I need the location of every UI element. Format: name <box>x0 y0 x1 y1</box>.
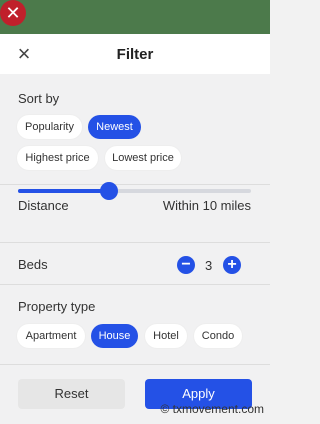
sort-option-newest[interactable]: Newest <box>88 115 141 139</box>
slider-thumb[interactable] <box>99 182 118 200</box>
property-option-hotel[interactable]: Hotel <box>145 324 187 348</box>
beds-decrement-button[interactable]: − <box>177 256 195 274</box>
distance-label: Distance <box>18 198 69 213</box>
slider-fill <box>18 189 109 193</box>
property-option-apartment[interactable]: Apartment <box>17 324 85 348</box>
sort-option-popularity[interactable]: Popularity <box>17 115 82 139</box>
beds-increment-button[interactable]: + <box>223 256 241 274</box>
distance-slider[interactable] <box>18 182 251 200</box>
filter-sheet: × Filter Sort by Popularity Newest Highe… <box>0 34 270 424</box>
sheet-header: × Filter <box>0 34 270 74</box>
divider <box>0 284 270 285</box>
reset-button[interactable]: Reset <box>18 379 125 409</box>
sort-label: Sort by <box>18 91 60 106</box>
beds-count: 3 <box>205 258 213 273</box>
close-badge-icon[interactable]: ✕ <box>0 0 26 26</box>
sort-option-lowest-price[interactable]: Lowest price <box>105 146 181 170</box>
page-title: Filter <box>116 46 154 63</box>
top-bar <box>0 0 270 34</box>
distance-value: Within 10 miles <box>162 198 251 213</box>
property-option-condo[interactable]: Condo <box>194 324 242 348</box>
property-option-house[interactable]: House <box>91 324 138 348</box>
divider <box>0 364 270 365</box>
divider <box>0 242 270 243</box>
watermark: © txmovement.com <box>160 402 264 416</box>
divider <box>0 184 270 185</box>
property-type-label: Property type <box>18 299 96 314</box>
beds-label: Beds <box>18 257 48 272</box>
sort-option-highest-price[interactable]: Highest price <box>17 146 98 170</box>
